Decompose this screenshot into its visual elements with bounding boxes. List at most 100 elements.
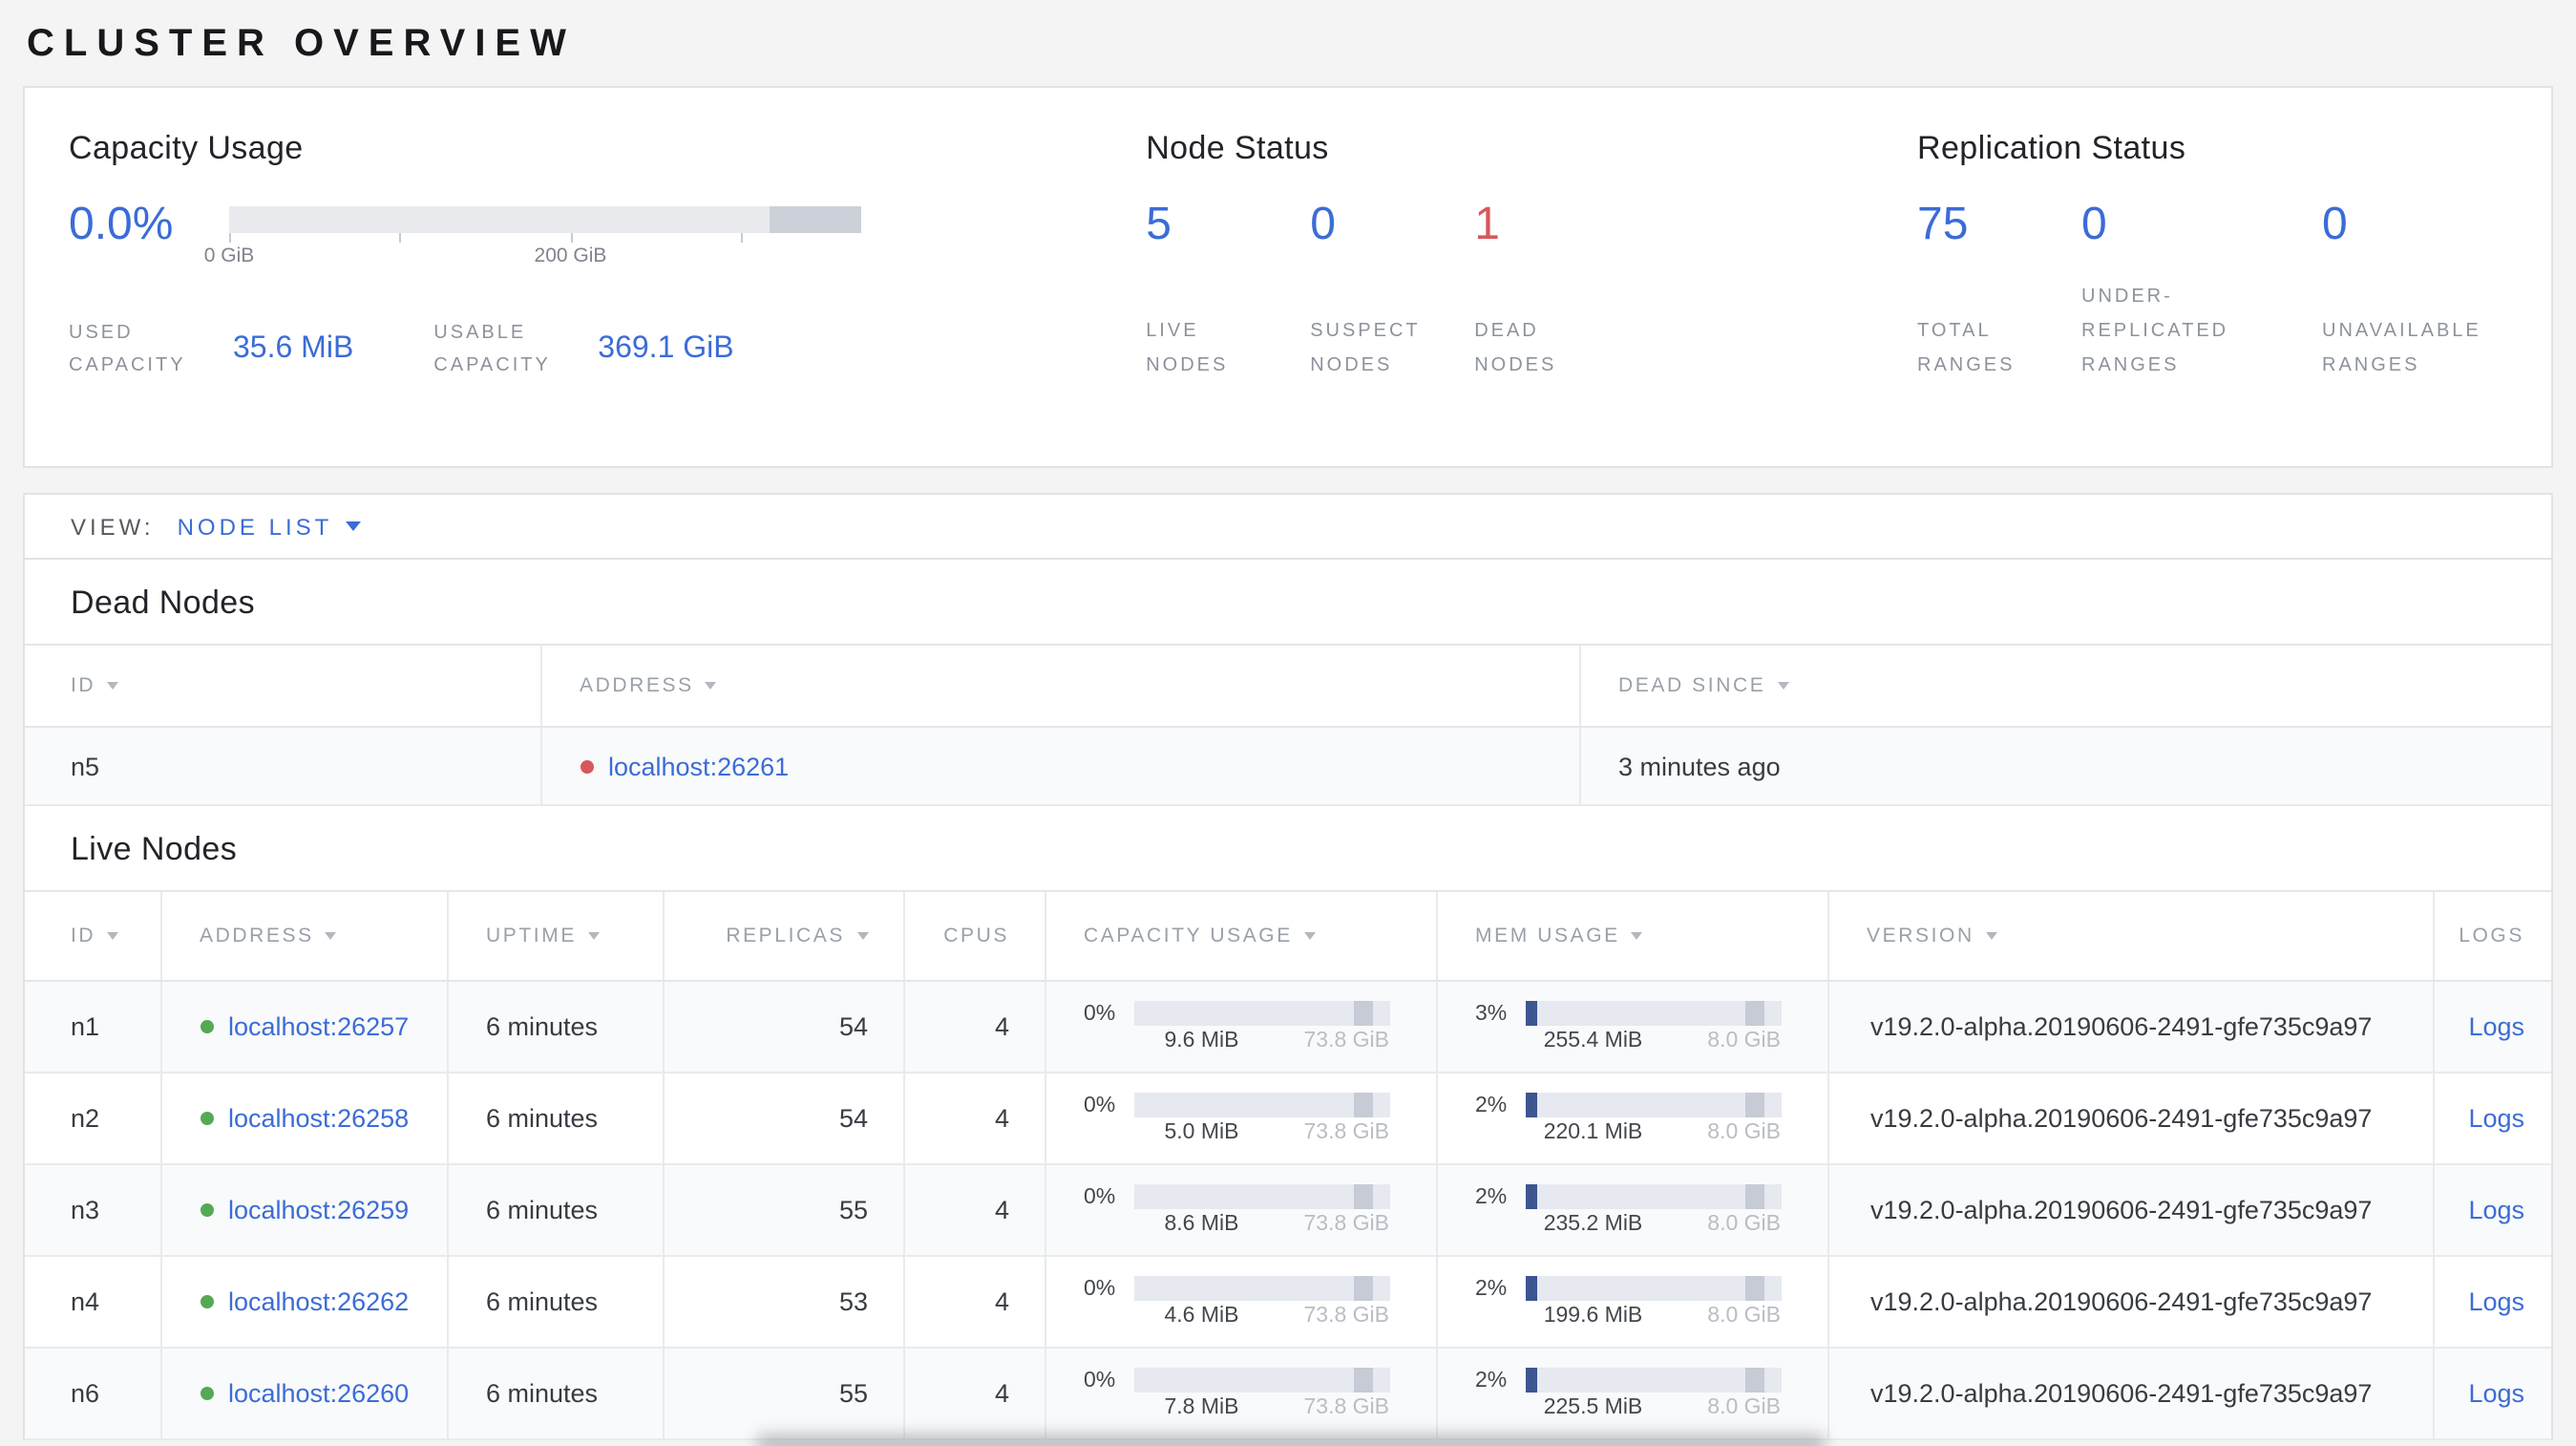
memory-usage-bar: 2% 199.6 MiB 8.0 GiB [1475, 1276, 1781, 1328]
node-address-link[interactable]: localhost:26258 [228, 1104, 409, 1133]
capacity-axis-labels: 0 GiB 200 GiB [204, 245, 861, 271]
under-replicated-ranges-count: 0 [2081, 199, 2107, 250]
total-ranges-count: 75 [1917, 199, 1969, 250]
node-status-stats: 5 LIVE NODES 0 SUSPECT NODES 1 DEAD NODE… [1146, 199, 1917, 384]
capacity-stats: USED CAPACITY 35.6 MiB USABLE CAPACITY 3… [69, 317, 1146, 382]
cell-mem-usage: 2% 199.6 MiB 8.0 GiB [1435, 1256, 1827, 1349]
memory-marker [1744, 1368, 1764, 1393]
under-replicated-ranges-label: UNDER-REPLICATED RANGES [2081, 287, 2229, 376]
column-header-dead-since[interactable]: DEAD SINCE [1578, 644, 2551, 728]
cell-node-address: localhost:26259 [159, 1164, 447, 1257]
column-header-address[interactable]: ADDRESS [159, 890, 447, 982]
usable-capacity-stat: USABLE CAPACITY 369.1 GiB [433, 317, 733, 382]
cell-node-id: n3 [25, 1164, 160, 1257]
cell-uptime: 6 minutes [446, 1348, 663, 1440]
live-node-dot-icon [200, 1112, 213, 1125]
node-list-dropdown[interactable]: NODE LIST [178, 513, 362, 540]
logs-link[interactable]: Logs [2468, 1287, 2524, 1316]
live-node-dot-icon [200, 1203, 213, 1217]
total-ranges-label: TOTAL RANGES [1917, 321, 2016, 376]
sort-arrow-icon [107, 682, 119, 690]
total-ranges-stat: 75 TOTAL RANGES [1917, 199, 2081, 384]
capacity-marker [1353, 1184, 1373, 1209]
cell-capacity-usage: 0% 4.6 MiB 73.8 GiB [1044, 1256, 1436, 1349]
memory-fill [1525, 1184, 1536, 1209]
axis-tick [229, 233, 231, 243]
view-label: VIEW: [71, 513, 155, 540]
column-header-mem-usage[interactable]: MEM USAGE [1435, 890, 1827, 982]
capacity-usage-bar: 0% 8.6 MiB 73.8 GiB [1084, 1184, 1389, 1236]
capacity-usage-bar: 0% 9.6 MiB 73.8 GiB [1084, 1001, 1389, 1053]
sort-arrow-icon [705, 682, 717, 690]
table-row: n5 localhost:26261 3 minutes ago [25, 727, 2551, 806]
cell-logs: Logs [2432, 1348, 2551, 1440]
cell-cpus: 4 [902, 1164, 1045, 1257]
column-header-capacity-usage[interactable]: CAPACITY USAGE [1044, 890, 1436, 982]
node-address-link[interactable]: localhost:26262 [228, 1287, 409, 1316]
logs-link[interactable]: Logs [2468, 1196, 2524, 1224]
capacity-marker [1353, 1368, 1373, 1393]
axis-label-zero: 0 GiB [203, 245, 255, 267]
dead-nodes-count: 1 [1474, 199, 1500, 250]
sort-arrow-icon [1985, 932, 1997, 940]
memory-marker [1744, 1093, 1764, 1117]
column-header-logs: LOGS [2432, 890, 2551, 982]
cell-logs: Logs [2432, 1073, 2551, 1165]
capacity-usage-bar: 0% 7.8 MiB 73.8 GiB [1084, 1368, 1389, 1419]
cell-mem-usage: 2% 235.2 MiB 8.0 GiB [1435, 1164, 1827, 1257]
column-header-replicas[interactable]: REPLICAS [662, 890, 903, 982]
cell-node-address: localhost:26257 [159, 981, 447, 1074]
column-header-cpus: CPUS [902, 890, 1045, 982]
capacity-marker [1353, 1001, 1373, 1026]
cell-version: v19.2.0-alpha.20190606-2491-gfe735c9a97 [1826, 981, 2433, 1074]
node-address-link[interactable]: localhost:26259 [228, 1196, 409, 1224]
node-address-link[interactable]: localhost:26260 [228, 1379, 409, 1408]
node-address-link[interactable]: localhost:26257 [228, 1012, 409, 1041]
column-header-id[interactable]: ID [25, 890, 160, 982]
live-nodes-heading: Live Nodes [71, 831, 238, 867]
dead-nodes-heading: Dead Nodes [71, 585, 256, 621]
replication-status-section: Replication Status 75 TOTAL RANGES 0 UND… [1917, 130, 2551, 466]
sort-arrow-icon [1303, 932, 1316, 940]
used-capacity-stat: USED CAPACITY 35.6 MiB [69, 317, 353, 382]
logs-link[interactable]: Logs [2468, 1379, 2524, 1408]
column-header-version[interactable]: VERSION [1826, 890, 2433, 982]
cell-version: v19.2.0-alpha.20190606-2491-gfe735c9a97 [1826, 1164, 2433, 1257]
node-address-link[interactable]: localhost:26261 [608, 752, 789, 780]
capacity-marker [1353, 1276, 1373, 1301]
capacity-usage-row: 0.0% 0 GiB 200 GiB [69, 199, 1146, 271]
usable-capacity-label: USABLE CAPACITY [433, 323, 551, 376]
cell-replicas: 55 [662, 1348, 903, 1440]
cell-logs: Logs [2432, 981, 2551, 1074]
node-status-section: Node Status 5 LIVE NODES 0 SUSPECT NODES… [1146, 130, 1917, 466]
table-row: n4 localhost:26262 6 minutes 53 4 0% 4.6… [25, 1256, 2551, 1349]
dead-nodes-table: ID ADDRESS DEAD SINCE n5 localhost:26261… [25, 644, 2551, 806]
sort-arrow-icon [856, 932, 868, 940]
node-status-title: Node Status [1146, 130, 1329, 166]
memory-usage-bar: 2% 220.1 MiB 8.0 GiB [1475, 1093, 1781, 1144]
memory-marker [1744, 1276, 1764, 1301]
table-row: n2 localhost:26258 6 minutes 54 4 0% 5.0… [25, 1073, 2551, 1165]
sort-arrow-icon [325, 932, 337, 940]
node-list-dropdown-value: NODE LIST [177, 513, 333, 540]
live-node-dot-icon [200, 1387, 213, 1400]
logs-link[interactable]: Logs [2468, 1012, 2524, 1041]
memory-marker [1744, 1001, 1764, 1026]
cell-mem-usage: 2% 225.5 MiB 8.0 GiB [1435, 1348, 1827, 1440]
cluster-overview-page: CLUSTER OVERVIEW Capacity Usage 0.0% 0 G… [0, 0, 2576, 1446]
cell-node-address: localhost:26260 [159, 1348, 447, 1440]
column-header-uptime[interactable]: UPTIME [446, 890, 663, 982]
cell-mem-usage: 3% 255.4 MiB 8.0 GiB [1435, 981, 1827, 1074]
cell-replicas: 55 [662, 1164, 903, 1257]
sort-arrow-icon [1777, 682, 1789, 690]
chevron-down-icon [346, 521, 362, 531]
cell-logs: Logs [2432, 1256, 2551, 1349]
capacity-axis-ticks [229, 233, 861, 243]
cell-cpus: 4 [902, 1073, 1045, 1165]
capacity-usage-title: Capacity Usage [69, 130, 304, 166]
column-header-id[interactable]: ID [25, 644, 540, 728]
logs-link[interactable]: Logs [2468, 1104, 2524, 1133]
column-header-address[interactable]: ADDRESS [539, 644, 1579, 728]
capacity-usage-section: Capacity Usage 0.0% 0 GiB 200 GiB USED C… [69, 130, 1146, 466]
sort-arrow-icon [587, 932, 600, 940]
